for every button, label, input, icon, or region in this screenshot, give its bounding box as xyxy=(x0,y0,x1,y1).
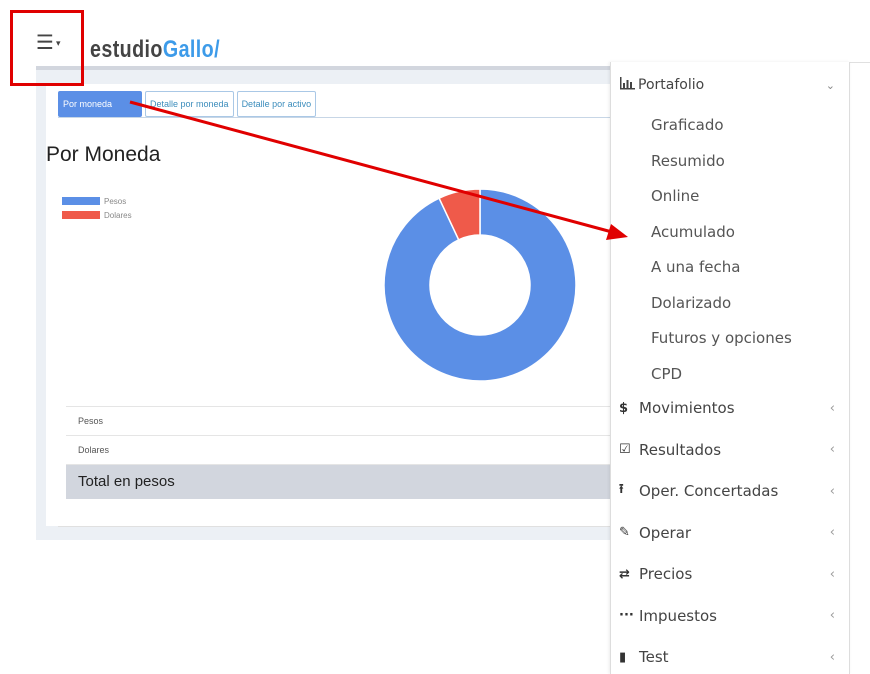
annotation-arrow xyxy=(129,100,628,240)
